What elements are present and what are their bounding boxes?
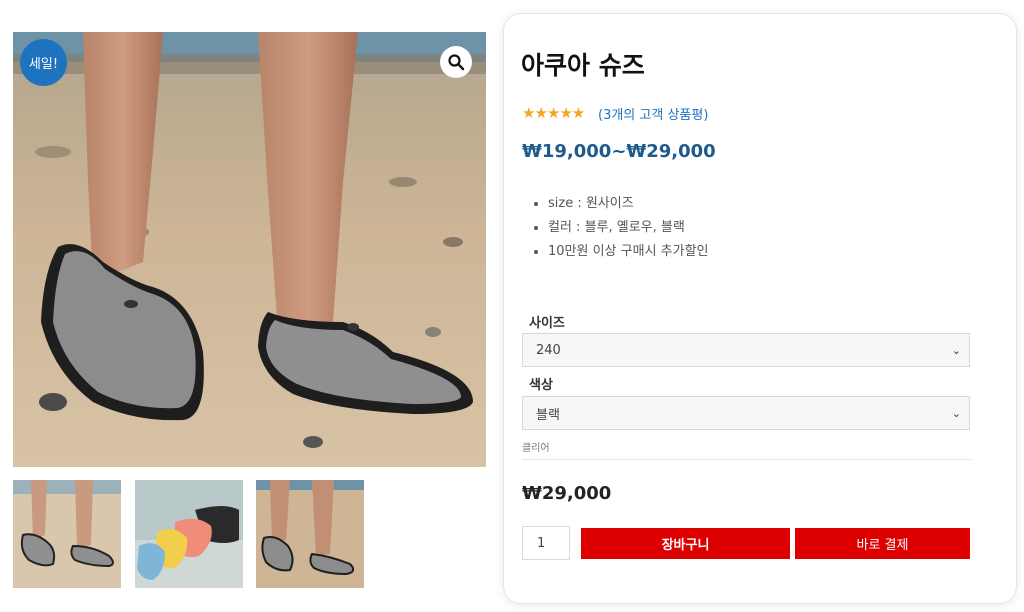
thumbnail-2[interactable] — [135, 480, 243, 588]
main-product-image[interactable] — [13, 32, 486, 467]
thumbnail-3[interactable] — [256, 480, 364, 588]
feature-item: 10만원 이상 구매시 추가할인 — [548, 244, 709, 260]
buy-now-button[interactable]: 바로 결제 — [795, 528, 970, 559]
size-select[interactable]: 240 ⌄ — [522, 333, 970, 367]
review-count-link[interactable]: (3개의 고객 상품평) — [598, 104, 708, 123]
chevron-down-icon: ⌄ — [951, 406, 961, 420]
color-select[interactable]: 블랙 ⌄ — [522, 396, 970, 430]
selected-price: ₩29,000 — [522, 483, 612, 504]
color-label: 색상 — [529, 378, 553, 393]
clear-link[interactable]: 클리어 — [522, 439, 550, 454]
feature-item: 컬러 : 블루, 옐로우, 블랙 — [548, 220, 709, 236]
size-label: 사이즈 — [529, 316, 565, 331]
color-select-value: 블랙 — [536, 407, 560, 423]
add-to-cart-button[interactable]: 장바구니 — [581, 528, 790, 559]
quantity-input[interactable]: 1 — [522, 526, 570, 560]
feature-item: size : 원사이즈 — [548, 196, 709, 212]
chevron-down-icon: ⌄ — [951, 343, 961, 357]
size-select-value: 240 — [536, 342, 561, 358]
divider — [522, 459, 971, 460]
zoom-button[interactable] — [440, 46, 472, 78]
star-rating: ★★★★★ — [522, 104, 585, 122]
product-title: 아쿠아 슈즈 — [521, 51, 645, 80]
sale-badge: 세일! — [20, 39, 67, 86]
thumbnail-1[interactable] — [13, 480, 121, 588]
product-summary-card — [503, 13, 1017, 604]
feature-list: size : 원사이즈 컬러 : 블루, 옐로우, 블랙 10만원 이상 구매시… — [530, 196, 709, 268]
price-range: ₩19,000~₩29,000 — [522, 141, 716, 162]
magnifier-icon — [448, 54, 465, 71]
